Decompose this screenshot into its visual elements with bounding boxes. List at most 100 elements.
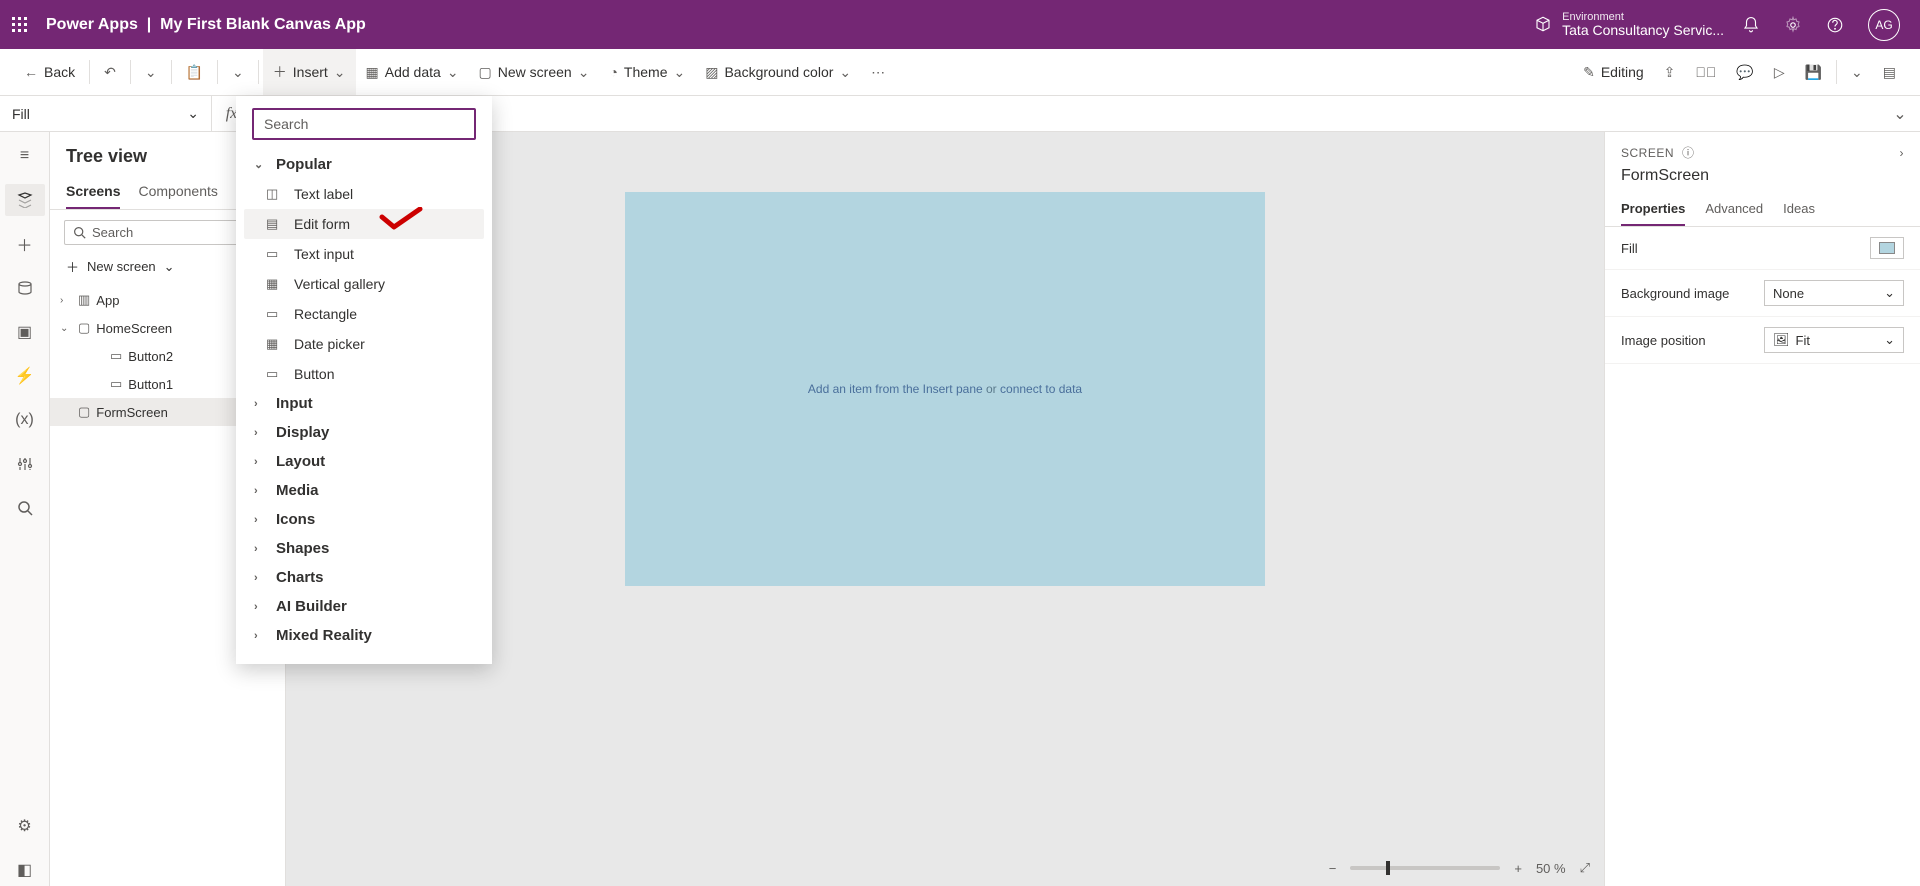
expand-formula-icon[interactable]: ⌄ (1880, 104, 1920, 124)
group-mixed-reality[interactable]: ›Mixed Reality (244, 621, 484, 650)
group-media[interactable]: ›Media (244, 476, 484, 505)
comments-button[interactable]: 💬 (1726, 49, 1763, 95)
plus-icon: ＋ (273, 62, 287, 82)
settings-rail-icon[interactable]: ⚙ (5, 810, 45, 842)
publish-icon: ▤ (1883, 64, 1896, 81)
variables-icon[interactable]: (x) (5, 404, 45, 436)
zoom-in-button[interactable]: + (1514, 861, 1522, 876)
text-input-icon: ▭ (266, 246, 282, 262)
more-button[interactable]: ⋯ (861, 49, 895, 95)
back-icon: ← (24, 64, 38, 80)
media-rail-icon[interactable]: ▣ (5, 316, 45, 348)
item-date-picker[interactable]: ▦Date picker (244, 329, 484, 359)
save-icon: 💾 (1805, 64, 1822, 81)
share-button[interactable]: ⇪ (1654, 49, 1686, 95)
back-button[interactable]: ←Back (14, 49, 85, 95)
fit-to-window-icon[interactable]: ⤢ (1580, 860, 1590, 876)
waffle-icon[interactable] (12, 17, 28, 33)
insert-pane-link[interactable]: Add an item from the Insert pane (808, 382, 983, 396)
item-rectangle[interactable]: ▭Rectangle (244, 299, 484, 329)
chevron-down-icon: ⌄ (673, 64, 685, 81)
play-button[interactable]: ▷ (1764, 49, 1795, 95)
chevron-down-icon: ⌄ (187, 105, 199, 122)
user-avatar[interactable]: AG (1868, 9, 1900, 41)
advanced-tools-icon[interactable] (5, 448, 45, 480)
paste-dropdown[interactable]: ⌄ (222, 49, 254, 95)
more-icon: ⋯ (871, 64, 885, 81)
item-vertical-gallery[interactable]: ▦Vertical gallery (244, 269, 484, 299)
bgimage-dropdown[interactable]: None⌄ (1764, 280, 1904, 306)
power-automate-icon[interactable]: ⚡ (5, 360, 45, 392)
prop-bgimage-label: Background image (1621, 286, 1764, 301)
left-rail: ≡ ＋ ▣ ⚡ (x) ⚙ ◧ (0, 132, 50, 886)
chevron-down-icon: ⌄ (839, 64, 851, 81)
background-color-button[interactable]: ▨Background color⌄ (695, 49, 861, 95)
connect-data-link[interactable]: connect to data (1000, 382, 1082, 396)
data-icon: ▦ (366, 64, 379, 81)
zoom-out-button[interactable]: − (1329, 861, 1337, 876)
chevron-down-icon: ⌄ (232, 64, 244, 81)
group-charts[interactable]: ›Charts (244, 563, 484, 592)
group-shapes[interactable]: ›Shapes (244, 534, 484, 563)
undo-dropdown[interactable]: ⌄ (135, 49, 167, 95)
env-value: Tata Consultancy Servic... (1562, 23, 1724, 38)
data-rail-icon[interactable] (5, 272, 45, 304)
formula-input[interactable]: n.Fill (252, 105, 1880, 122)
insert-rail-icon[interactable]: ＋ (5, 228, 45, 260)
chevron-right-icon: › (254, 456, 266, 468)
hamburger-icon[interactable]: ≡ (5, 140, 45, 172)
app-icon: ▥ (78, 292, 90, 308)
group-display[interactable]: ›Display (244, 418, 484, 447)
group-input[interactable]: ›Input (244, 389, 484, 418)
search-rail-icon[interactable] (5, 492, 45, 524)
tab-advanced[interactable]: Advanced (1705, 195, 1763, 226)
app-checker-button[interactable]: ✓⃝ (1685, 49, 1726, 95)
share-icon: ⇪ (1664, 64, 1676, 81)
add-data-button[interactable]: ▦Add data⌄ (356, 49, 469, 95)
paste-button[interactable]: 📋 (176, 49, 213, 95)
property-selector[interactable]: Fill ⌄ (0, 96, 212, 131)
command-bar: ←Back ↶ ⌄ 📋 ⌄ ＋Insert⌄ ▦Add data⌄ ▢New s… (0, 49, 1920, 96)
chevron-down-icon: ⌄ (254, 158, 266, 171)
insert-search[interactable]: Search (252, 108, 476, 140)
info-icon[interactable]: ⓘ (1682, 144, 1695, 161)
item-text-input[interactable]: ▭Text input (244, 239, 484, 269)
group-popular[interactable]: ⌄Popular (244, 150, 484, 179)
group-layout[interactable]: ›Layout (244, 447, 484, 476)
tab-screens[interactable]: Screens (66, 177, 120, 209)
tab-components[interactable]: Components (138, 177, 217, 209)
group-ai-builder[interactable]: ›AI Builder (244, 592, 484, 621)
screen-label: SCREEN (1621, 146, 1674, 160)
item-edit-form[interactable]: ▤Edit form (244, 209, 484, 239)
checker-icon: ✓⃝ (1695, 64, 1716, 80)
imgpos-dropdown[interactable]: 🖼 Fit⌄ (1764, 327, 1904, 353)
expand-panel-icon[interactable]: › (1900, 146, 1905, 160)
item-button[interactable]: ▭Button (244, 359, 484, 389)
save-dropdown[interactable]: ⌄ (1841, 49, 1873, 95)
insert-button[interactable]: ＋Insert⌄ (263, 49, 356, 95)
tab-properties[interactable]: Properties (1621, 195, 1685, 226)
design-canvas[interactable]: Add an item from the Insert pane or conn… (625, 192, 1265, 586)
item-text-label[interactable]: ◫Text label (244, 179, 484, 209)
environment-picker[interactable]: Environment Tata Consultancy Servic... (1534, 11, 1724, 38)
tree-view-icon[interactable] (5, 184, 45, 216)
undo-icon: ↶ (104, 64, 116, 81)
play-icon: ▷ (1774, 64, 1785, 81)
group-icons[interactable]: ›Icons (244, 505, 484, 534)
notifications-icon[interactable] (1742, 16, 1760, 34)
chevron-right-icon: › (254, 601, 266, 613)
theme-button[interactable]: ◔Theme⌄ (599, 49, 695, 95)
settings-icon[interactable] (1784, 16, 1802, 34)
undo-button[interactable]: ↶ (94, 49, 126, 95)
chevron-down-icon: ⌄ (578, 64, 590, 81)
save-button[interactable]: 💾 (1795, 49, 1832, 95)
publish-button[interactable]: ▤ (1873, 49, 1906, 95)
chevron-right-icon: › (254, 514, 266, 526)
editing-mode[interactable]: ✎Editing (1573, 49, 1654, 95)
help-icon[interactable] (1826, 16, 1844, 34)
virtual-agent-icon[interactable]: ◧ (5, 854, 45, 886)
tab-ideas[interactable]: Ideas (1783, 195, 1815, 226)
fill-color-swatch[interactable] (1870, 237, 1904, 259)
new-screen-button[interactable]: ▢New screen⌄ (469, 49, 600, 95)
zoom-slider[interactable] (1350, 866, 1500, 870)
